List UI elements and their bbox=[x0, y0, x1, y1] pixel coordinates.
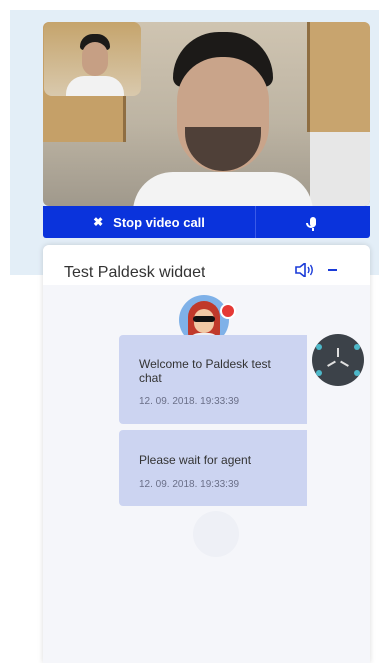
stop-video-call-label: Stop video call bbox=[113, 214, 205, 230]
video-call-controls: ✖ Stop video call bbox=[43, 206, 370, 238]
message-timestamp: 12. 09. 2018. 19:33:39 bbox=[139, 479, 240, 490]
typing-placeholder bbox=[193, 511, 239, 557]
close-icon: ✖ bbox=[93, 215, 104, 229]
message-timestamp: 12. 09. 2018. 19:33:39 bbox=[139, 396, 240, 407]
microphone-icon bbox=[306, 217, 316, 231]
chat-message: Welcome to Paldesk test chat 12. 09. 201… bbox=[119, 335, 307, 424]
message-text: Please wait for agent bbox=[139, 453, 252, 467]
minimize-icon[interactable] bbox=[328, 269, 337, 271]
video-background-cabinet bbox=[307, 22, 370, 132]
self-video-preview bbox=[44, 22, 141, 96]
status-badge bbox=[220, 303, 236, 319]
loading-spinner-icon[interactable] bbox=[312, 334, 364, 386]
video-background-fridge bbox=[310, 132, 370, 206]
speaker-icon[interactable] bbox=[295, 263, 315, 277]
widget-header: Test Paldesk widget bbox=[43, 245, 370, 285]
chat-message: Please wait for agent 12. 09. 2018. 19:3… bbox=[119, 430, 307, 506]
message-text: Welcome to Paldesk test chat bbox=[139, 357, 271, 385]
remote-participant bbox=[133, 32, 313, 206]
stop-video-call-button[interactable]: ✖ Stop video call bbox=[43, 206, 256, 238]
widget-title: Test Paldesk widget bbox=[64, 265, 206, 277]
chat-widget: Test Paldesk widget Welcome to Paldesk t… bbox=[43, 245, 370, 663]
microphone-button[interactable] bbox=[256, 206, 370, 238]
